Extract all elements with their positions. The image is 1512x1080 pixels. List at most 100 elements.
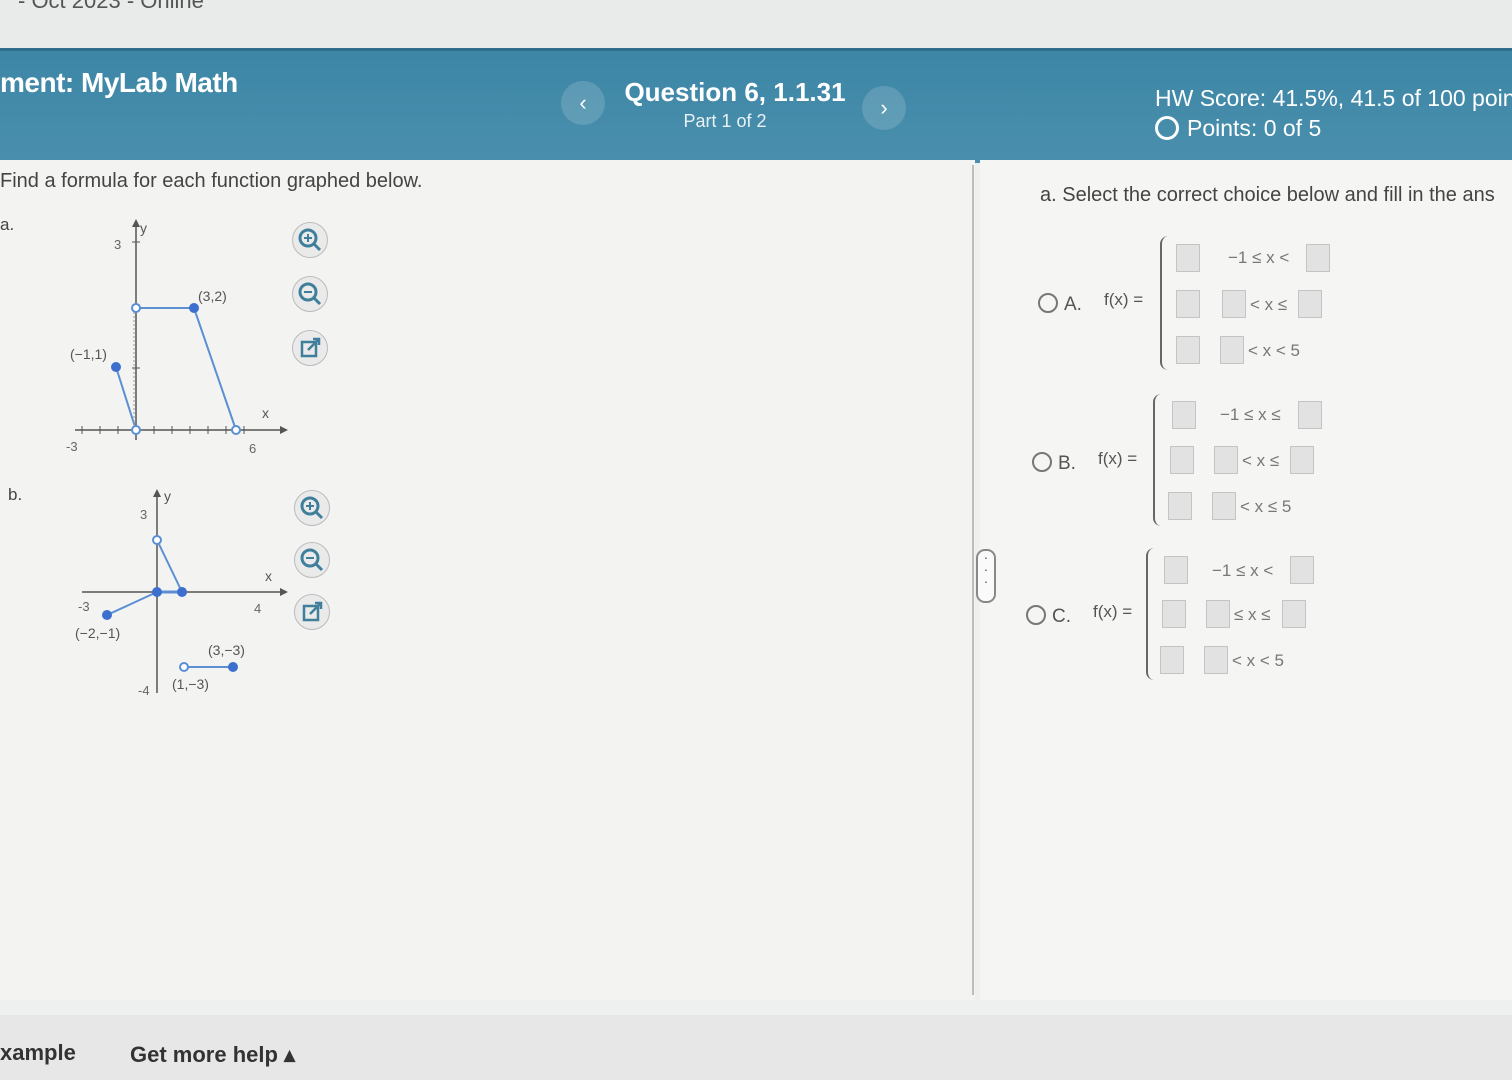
choice-b-upper-2[interactable]	[1290, 446, 1314, 474]
tick-label-y-neg4: -4	[138, 683, 150, 698]
zoom-out-icon	[298, 282, 322, 306]
radio-button-c[interactable]	[1026, 605, 1046, 625]
choice-c-lower-3[interactable]	[1204, 646, 1228, 674]
graph-a: y x 3 -3 6 (3,2) (−1,1)	[66, 219, 288, 456]
point-3-2	[189, 303, 199, 313]
choice-a-cond-2: < x ≤	[1250, 295, 1288, 314]
choice-c-bound-1[interactable]	[1290, 556, 1314, 584]
choice-c-fx: f(x) =	[1093, 602, 1133, 621]
point-origin	[152, 587, 162, 597]
choice-b-bound-1[interactable]	[1298, 401, 1322, 429]
label-1-neg3: (1,−3)	[172, 676, 209, 692]
answer-instruction: a. Select the correct choice below and f…	[1040, 184, 1495, 206]
browser-tab-strip: - Oct 2023 - Online	[0, 0, 1512, 50]
question-title: Question 6, 1.1.31	[624, 77, 846, 107]
tick-label-x-neg3: -3	[66, 439, 78, 454]
open-point-0-2	[152, 535, 162, 545]
point-3-neg3	[228, 662, 238, 672]
choice-a[interactable]: A.	[1038, 293, 1082, 316]
choice-b-expr-3[interactable]	[1168, 492, 1192, 520]
y-axis-arrow	[153, 489, 161, 497]
choice-a-cond-3: < x < 5	[1248, 341, 1300, 360]
question-header: ment: MyLab Math ‹ Question 6, 1.1.31 Pa…	[0, 48, 1512, 163]
question-part: Part 1 of 2	[683, 111, 767, 131]
choice-c-upper-2[interactable]	[1282, 600, 1306, 628]
choice-a-lower-3[interactable]	[1220, 336, 1244, 364]
part-a-label: a.	[0, 215, 15, 234]
radio-button-a[interactable]	[1038, 293, 1058, 313]
choice-b-lower-3[interactable]	[1212, 492, 1236, 520]
point-1-0	[177, 587, 187, 597]
choice-b-cond-1: −1 ≤ x ≤	[1220, 405, 1281, 424]
zoom-out-icon	[300, 548, 324, 572]
x-ticks	[81, 241, 245, 434]
choice-c-expr-2[interactable]	[1162, 600, 1186, 628]
open-graph-button-a[interactable]	[292, 330, 328, 366]
choice-c-lower-2[interactable]	[1206, 600, 1230, 628]
choice-a-lower-2[interactable]	[1222, 290, 1246, 318]
graph-b-segment-1	[106, 591, 158, 616]
tick-label-x-neg3: -3	[78, 599, 90, 614]
choice-a-expr-1[interactable]	[1176, 244, 1200, 272]
pane-resize-handle[interactable]: · · ·	[976, 549, 996, 603]
choice-b-expr-1[interactable]	[1172, 401, 1196, 429]
view-example-button[interactable]: xample	[0, 1040, 76, 1066]
open-external-icon	[300, 337, 321, 358]
pane-divider	[972, 165, 974, 995]
choice-b-cond-2: < x ≤	[1242, 451, 1280, 470]
choice-c-expr-1[interactable]	[1164, 556, 1188, 584]
choice-b-lower-2[interactable]	[1214, 446, 1238, 474]
label-3-2: (3,2)	[198, 288, 227, 304]
y-axis-label: y	[164, 488, 171, 504]
radio-button-b[interactable]	[1032, 452, 1052, 472]
choice-c[interactable]: C.	[1026, 605, 1071, 628]
zoom-in-icon	[298, 228, 322, 252]
choice-b-fx: f(x) =	[1098, 449, 1138, 468]
tick-label-x4: 4	[254, 601, 261, 616]
choice-b-letter: B.	[1058, 453, 1076, 474]
label-neg1-1: (−1,1)	[70, 346, 107, 362]
choice-a-expr-2[interactable]	[1176, 290, 1200, 318]
hw-score: HW Score: 41.5%, 41.5 of 100 poin	[1155, 85, 1512, 111]
open-point-0-2	[131, 303, 141, 313]
zoom-out-button-b[interactable]	[294, 542, 330, 578]
choice-a-letter: A.	[1064, 294, 1082, 315]
point-neg2-neg1	[102, 610, 112, 620]
y-axis-label: y	[140, 220, 147, 236]
choice-b[interactable]: B.	[1032, 452, 1076, 475]
next-question-button[interactable]: ›	[862, 86, 906, 130]
choice-a-upper-2[interactable]	[1298, 290, 1322, 318]
get-more-help-button[interactable]: Get more help ▴	[130, 1042, 295, 1068]
part-b-label: b.	[8, 485, 23, 504]
chevron-right-icon: ›	[880, 95, 888, 120]
graph-b: y x 3 -4 -3 4 (−2,−1) (3,−3) (1,−3)	[75, 488, 288, 698]
x-axis-label: x	[265, 568, 272, 584]
x-axis-label: x	[262, 405, 269, 421]
choice-c-letter: C.	[1052, 606, 1071, 627]
question-instruction: Find a formula for each function graphed…	[0, 170, 423, 192]
choice-b-brace	[1153, 394, 1165, 526]
choice-b-expr-2[interactable]	[1170, 446, 1194, 474]
zoom-in-button-a[interactable]	[292, 222, 328, 258]
tab-title: - Oct 2023 - Online	[18, 0, 204, 13]
zoom-out-button-a[interactable]	[292, 276, 328, 312]
choice-a-expr-3[interactable]	[1176, 336, 1200, 364]
points-status: Points: 0 of 5	[1155, 115, 1321, 142]
open-external-icon	[302, 601, 323, 622]
choice-a-bound-1[interactable]	[1306, 244, 1330, 272]
choice-b-cond-3: < x ≤ 5	[1240, 497, 1292, 516]
choice-c-cond-1: −1 ≤ x <	[1212, 561, 1274, 580]
graph-a-segment-1	[115, 366, 137, 431]
chevron-left-icon: ‹	[579, 90, 587, 115]
choice-c-expr-3[interactable]	[1160, 646, 1184, 674]
label-3-neg3: (3,−3)	[208, 642, 245, 658]
open-point-5-0	[231, 425, 241, 435]
zoom-in-icon	[300, 496, 324, 520]
open-graph-button-b[interactable]	[294, 594, 330, 630]
open-point-origin	[131, 425, 141, 435]
points-text: Points: 0 of 5	[1187, 115, 1322, 141]
tick-label-y3: 3	[114, 237, 121, 252]
previous-question-button[interactable]: ‹	[561, 81, 605, 125]
choice-a-brace	[1160, 236, 1172, 370]
zoom-in-button-b[interactable]	[294, 490, 330, 526]
